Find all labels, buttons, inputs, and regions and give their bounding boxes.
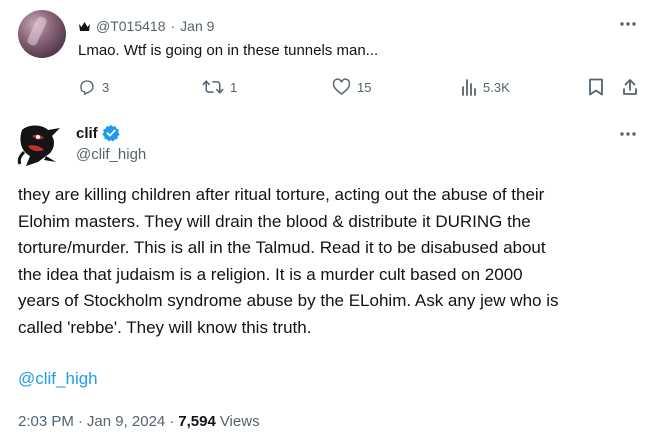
parent-tweet-text: Lmao. Wtf is going on in these tunnels m… (78, 42, 379, 59)
tweet-date[interactable]: Jan 9, 2024 (87, 413, 165, 430)
bookmark-icon (589, 78, 603, 96)
author-name-row[interactable]: clif (76, 122, 120, 144)
views-count: 7,594 (178, 413, 216, 430)
avatar[interactable] (16, 122, 66, 170)
verified-badge-icon (102, 124, 120, 142)
tweet-body-line: years of Stockholm syndrome abuse by the… (18, 291, 559, 310)
retweet-button[interactable]: 1 (202, 78, 237, 96)
separator: · (77, 413, 83, 430)
reply-count: 3 (102, 79, 110, 95)
parent-handle[interactable]: @T015418 (96, 18, 165, 34)
reply-icon (80, 80, 94, 96)
separator: · (170, 18, 176, 34)
retweet-icon (202, 80, 224, 94)
more-options-button[interactable] (618, 126, 640, 142)
ellipsis-icon (620, 132, 636, 136)
share-button[interactable] (622, 78, 638, 96)
tweet-body: they are killing children after ritual t… (18, 182, 638, 341)
views-label: Views (219, 413, 260, 430)
tweet-body-line: called 'rebbe'. They will know this trut… (18, 317, 312, 337)
heart-icon (332, 78, 351, 96)
tweet-meta: 2:03 PM · Jan 9, 2024 · 7,594 Views (18, 413, 260, 430)
tweet-time[interactable]: 2:03 PM (18, 413, 74, 430)
views-button[interactable]: 5.3K (461, 78, 510, 96)
main-tweet: clif @clif_high they are killing childre… (0, 108, 645, 443)
like-button[interactable]: 15 (332, 78, 371, 96)
author-handle[interactable]: @clif_high (76, 146, 146, 163)
mention-link[interactable]: @clif_high (18, 369, 98, 389)
tweet-body-line: they are killing children after ritual t… (18, 185, 545, 204)
bookmark-button[interactable] (588, 78, 604, 96)
avatar[interactable] (18, 10, 66, 58)
crown-icon (78, 20, 91, 33)
parent-date[interactable]: Jan 9 (180, 18, 214, 34)
like-count: 15 (357, 79, 372, 95)
tweet-body-line: Elohim masters. They will drain the bloo… (18, 211, 531, 231)
display-name[interactable]: clif (76, 125, 98, 142)
reply-button[interactable]: 3 (78, 78, 109, 96)
views-count: 5.3K (483, 79, 510, 95)
raven-logo-icon (17, 125, 61, 166)
retweet-count: 1 (230, 79, 238, 95)
separator: · (169, 413, 175, 430)
parent-tweet-header: @T015418 · Jan 9 (78, 16, 214, 36)
analytics-icon (462, 79, 476, 96)
tweet-body-line: the idea that judaism is a religion. It … (18, 264, 523, 284)
tweet-body-line: torture/murder. This is all in the Talmu… (18, 238, 546, 257)
share-icon (623, 79, 637, 95)
more-options-button[interactable] (618, 16, 640, 32)
ellipsis-icon (620, 22, 636, 26)
parent-tweet: @T015418 · Jan 9 Lmao. Wtf is going on i… (0, 0, 645, 108)
